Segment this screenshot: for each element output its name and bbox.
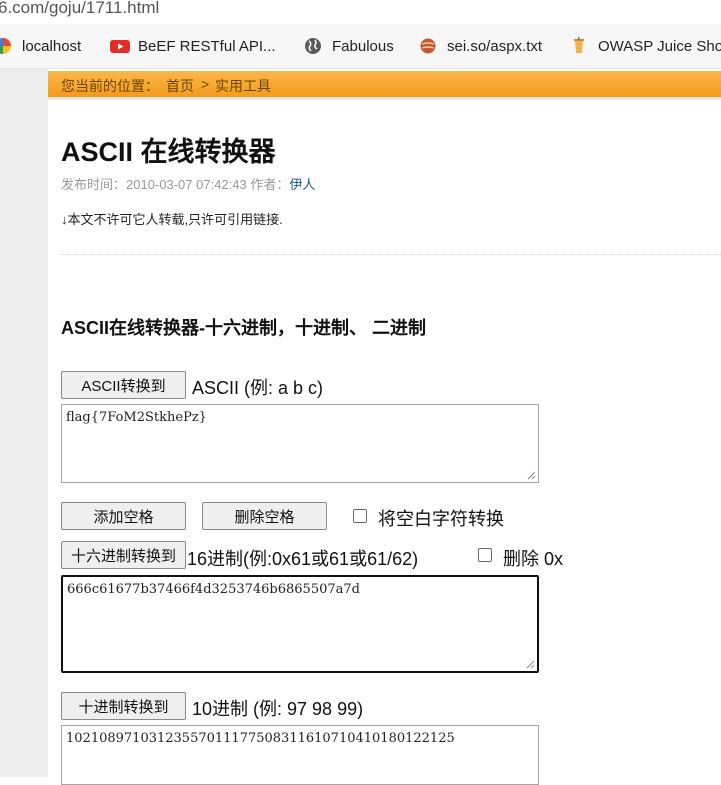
page-title: ASCII 在线转换器 bbox=[61, 137, 276, 167]
url-text: 6.com/goju/1711.html bbox=[0, 0, 160, 17]
bookmark-localhost[interactable]: localhost bbox=[0, 24, 81, 68]
tool-heading: ASCII在线转换器-十六进制，十进制、 二进制 bbox=[61, 318, 426, 338]
bookmark-label: OWASP Juice Shop bbox=[598, 37, 721, 55]
hex-value: 666c61677b37466f4d3253746b6865507a7d bbox=[67, 582, 360, 597]
resize-grip-icon[interactable] bbox=[527, 471, 536, 480]
meta-published-label: 发布时间： bbox=[61, 177, 127, 192]
address-bar[interactable]: 6.com/goju/1711.html bbox=[0, 0, 721, 24]
ascii-convert-button[interactable]: ASCII转换到 bbox=[61, 371, 186, 399]
youtube-icon bbox=[110, 37, 130, 55]
bookmark-label: localhost bbox=[22, 37, 82, 55]
breadcrumb: 您当前的位置： 首页 > 实用工具 bbox=[48, 71, 721, 100]
breadcrumb-section-link[interactable]: 实用工具 bbox=[215, 76, 271, 96]
bookmark-label: Fabulous bbox=[332, 37, 394, 55]
hex-label: 16进制(例:0x61或61或61/62) bbox=[187, 549, 419, 569]
bookmarks-bar: localhost BeEF RESTful API... Fabulous s… bbox=[0, 24, 721, 69]
ascii-textarea[interactable]: flag{7FoM2StkhePz} bbox=[61, 404, 539, 483]
globe-icon bbox=[304, 37, 322, 55]
divider bbox=[61, 254, 721, 255]
remove-spaces-button[interactable]: 删除空格 bbox=[202, 502, 327, 530]
convert-whitespace-checkbox[interactable] bbox=[353, 509, 367, 523]
article-meta: 发布时间：2010-03-07 07:42:43 作者：伊人 bbox=[61, 174, 315, 193]
meta-author-label: 作者： bbox=[250, 177, 290, 192]
resize-grip-icon[interactable] bbox=[526, 660, 535, 669]
juice-icon bbox=[570, 37, 588, 55]
pinwheel-icon bbox=[0, 37, 12, 55]
dec-value: 1021089710312355701117750831161071041018… bbox=[66, 731, 455, 746]
breadcrumb-home-link[interactable]: 首页 bbox=[166, 76, 194, 96]
add-spaces-button[interactable]: 添加空格 bbox=[61, 502, 186, 530]
bookmark-label: BeEF RESTful API... bbox=[138, 37, 276, 55]
breadcrumb-separator: > bbox=[201, 76, 210, 92]
dec-label: 10进制 (例: 97 98 99) bbox=[192, 699, 364, 719]
hex-convert-button[interactable]: 十六进制转换到 bbox=[61, 541, 186, 569]
dec-textarea[interactable]: 1021089710312355701117750831161071041018… bbox=[61, 725, 539, 785]
bookmark-beef[interactable]: BeEF RESTful API... bbox=[110, 24, 276, 68]
ascii-label: ASCII (例: a b c) bbox=[192, 378, 324, 398]
ascii-value: flag{7FoM2StkhePz} bbox=[66, 410, 207, 425]
meta-date: 2010-03-07 07:42:43 bbox=[126, 177, 247, 192]
breadcrumb-prefix: 您当前的位置： bbox=[61, 78, 159, 94]
bookmark-owasp[interactable]: OWASP Juice Shop bbox=[570, 24, 721, 68]
remove-0x-checkbox[interactable] bbox=[478, 548, 492, 562]
convert-whitespace-label: 将空白字符转换 bbox=[378, 509, 504, 529]
author-link[interactable]: 伊人 bbox=[289, 177, 315, 192]
hex-textarea[interactable]: 666c61677b37466f4d3253746b6865507a7d bbox=[61, 575, 539, 673]
bookmark-sei[interactable]: sei.so/aspx.txt bbox=[419, 24, 542, 68]
remove-0x-label: 删除 0x bbox=[503, 549, 564, 569]
dec-convert-button[interactable]: 十进制转换到 bbox=[61, 692, 186, 720]
left-gutter bbox=[0, 69, 48, 777]
bookmark-fabulous[interactable]: Fabulous bbox=[304, 24, 394, 68]
bookmark-label: sei.so/aspx.txt bbox=[447, 37, 543, 55]
planet-icon bbox=[419, 37, 437, 55]
copyright-notice: ↓本文不许可它人转载,只许可引用链接. bbox=[61, 212, 283, 227]
